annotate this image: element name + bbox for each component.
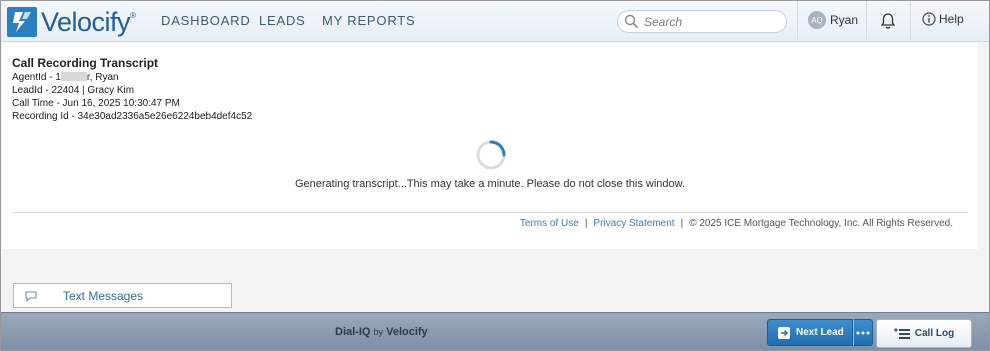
dial-iq-brand: Dial-IQ by Velocify — [335, 326, 428, 338]
footer: Terms of Use | Privacy Statement | © 202… — [520, 218, 953, 229]
dialer-bottom-bar: Dial-IQ by Velocify Next Lead Call Log — [1, 312, 989, 350]
info-icon — [922, 12, 936, 26]
nav-my-reports[interactable]: MY REPORTS — [322, 13, 415, 28]
velocify-logo[interactable]: Velocify® — [7, 6, 136, 37]
velocify-logo-icon — [7, 7, 37, 37]
transcript-panel: Call Recording Transcript AgentId - 1 r, … — [2, 43, 978, 249]
user-name: Ryan — [830, 13, 859, 27]
text-messages-label: Text Messages — [63, 288, 144, 303]
loading-spinner-icon — [476, 140, 506, 170]
divider — [797, 1, 798, 42]
ellipsis-icon — [856, 331, 870, 334]
terms-of-use-link[interactable]: Terms of Use — [520, 218, 579, 229]
nav-dashboard[interactable]: DASHBOARD — [161, 13, 251, 28]
search-icon — [624, 14, 639, 29]
top-navigation-bar: Velocify® DASHBOARD LEADS MY REPORTS Sea… — [1, 1, 989, 42]
privacy-statement-link[interactable]: Privacy Statement — [593, 218, 674, 229]
next-lead-button[interactable]: Next Lead — [767, 319, 853, 346]
arrow-right-icon — [778, 326, 790, 339]
lead-id: LeadId - 22404 | Gracy Kim — [12, 85, 135, 96]
recording-id: Recording Id - 34e30ad2336a5e26e6224beb4… — [12, 111, 253, 122]
more-options-button[interactable] — [853, 319, 873, 346]
footer-separator: | — [680, 218, 684, 229]
redacted-block — [60, 72, 87, 81]
divider — [866, 1, 867, 42]
avatar: AQ — [808, 11, 826, 29]
nav-leads[interactable]: LEADS — [259, 13, 306, 28]
agent-id: AgentId - 1 r, Ryan — [12, 72, 119, 83]
user-menu[interactable]: AQ Ryan — [808, 11, 858, 29]
list-icon — [893, 328, 910, 339]
search-input[interactable]: Search — [617, 10, 787, 33]
chat-bubble-icon — [25, 291, 37, 302]
divider — [910, 1, 911, 42]
footer-separator: | — [584, 218, 588, 229]
copyright: © 2025 ICE Mortgage Technology, Inc. All… — [689, 218, 953, 229]
search-placeholder: Search — [644, 15, 683, 29]
call-time: Call Time - Jun 16, 2025 10:30:47 PM — [12, 98, 180, 109]
next-lead-label: Next Lead — [796, 327, 844, 338]
call-log-button[interactable]: Call Log — [876, 319, 972, 348]
brand-name: Velocify® — [41, 6, 136, 37]
help-link[interactable]: Help — [922, 12, 964, 26]
call-log-label: Call Log — [914, 328, 955, 339]
page-title: Call Recording Transcript — [12, 56, 159, 70]
divider — [12, 212, 968, 213]
status-message: Generating transcript...This may take a … — [294, 178, 686, 190]
help-label: Help — [939, 12, 964, 26]
text-messages-button[interactable]: Text Messages — [13, 283, 232, 308]
notifications-bell-icon[interactable] — [880, 12, 896, 35]
